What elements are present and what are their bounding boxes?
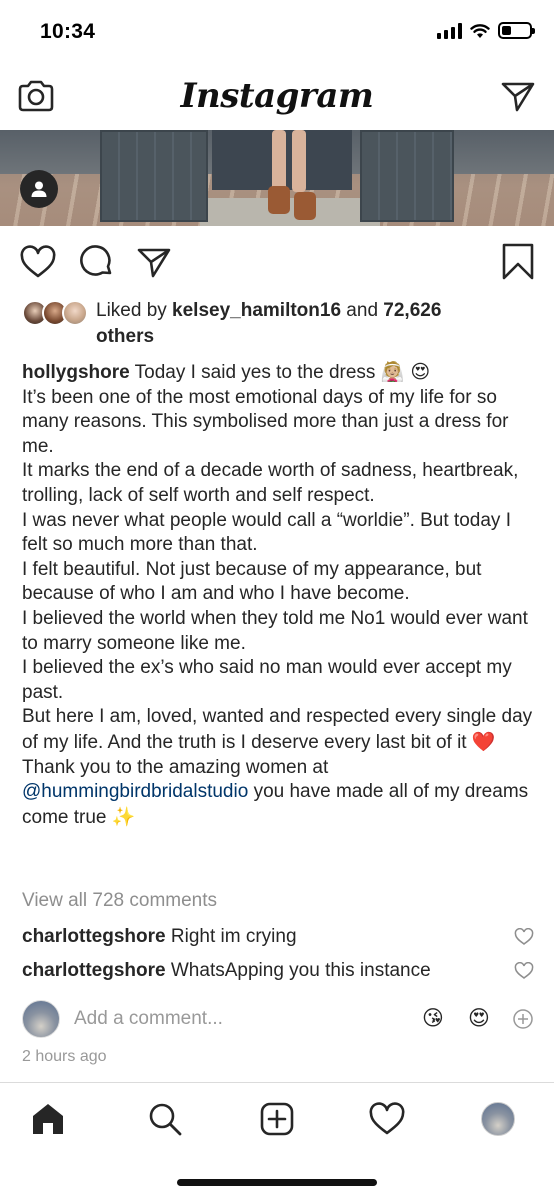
likes-others[interactable]: others (96, 326, 154, 347)
bookmark-icon (502, 243, 534, 280)
caption-emoji: 👰🏼 😍 (380, 361, 431, 383)
status-icons (437, 22, 535, 39)
red-heart-emoji: ❤️ (471, 730, 496, 753)
comment-username[interactable]: charlottegshore (22, 926, 166, 947)
direct-message-icon (501, 82, 535, 112)
caption-paragraph: I believed the ex’s who said no man woul… (22, 657, 512, 703)
home-icon (33, 1104, 63, 1134)
share-icon (137, 248, 171, 278)
sparkles-emoji: ✨ (111, 805, 136, 828)
tab-new-post[interactable] (253, 1097, 301, 1141)
caption-paragraph: I believed the world when they told me N… (22, 607, 528, 654)
avatar (62, 300, 88, 326)
post-actions (0, 236, 554, 288)
quick-emoji-heart-eyes[interactable]: 😍 (468, 1006, 490, 1030)
caption-username[interactable]: hollygshore (22, 362, 130, 383)
post-image[interactable] (0, 130, 554, 226)
wifi-icon (470, 23, 490, 38)
comment-username[interactable]: charlottegshore (22, 960, 166, 981)
search-icon (149, 1103, 182, 1136)
image-legs (262, 130, 322, 226)
save-button[interactable] (498, 242, 538, 282)
user-tag-icon (31, 181, 47, 197)
camera-button[interactable] (14, 74, 58, 118)
add-comment-row: 😘 😍 (22, 996, 534, 1042)
tab-search[interactable] (141, 1097, 189, 1141)
image-planter-right (360, 130, 454, 222)
tab-profile[interactable] (474, 1097, 522, 1141)
user-tags-button[interactable] (20, 170, 58, 208)
caption-paragraph-heart: But here I am, loved, wanted and respect… (22, 705, 534, 755)
likes-and: and (341, 300, 384, 321)
likes-count[interactable]: 72,626 (383, 300, 441, 321)
likes-text: Liked by kelsey_hamilton16 and 72,626 oth… (90, 298, 441, 350)
status-bar: 10:34 (0, 0, 554, 62)
caption-paragraph: I felt beautiful. Not just because of my… (22, 558, 482, 605)
likes-summary[interactable]: Liked by kelsey_hamilton16 and 72,626 oth… (22, 298, 522, 350)
comment-text: WhatsApping you this instance (165, 960, 431, 981)
view-all-comments-link[interactable]: View all 728 comments (22, 890, 217, 912)
comment-text: Right im crying (165, 926, 297, 947)
quick-emoji-kiss[interactable]: 😘 (422, 1006, 444, 1030)
profile-avatar (481, 1102, 515, 1136)
activity-heart-icon (369, 1102, 405, 1135)
post-timestamp: 2 hours ago (22, 1048, 107, 1065)
app-logo[interactable]: Instagram (181, 76, 374, 116)
status-time: 10:34 (40, 20, 96, 43)
comment-row: charlottegshore WhatsApping you this ins… (22, 960, 534, 988)
caption-paragraph: I was never what people would call a “wo… (22, 509, 511, 556)
direct-message-button[interactable] (496, 74, 540, 118)
heart-icon (20, 245, 56, 278)
caption-text: But here I am, loved, wanted and respect… (22, 706, 533, 753)
comment-button[interactable] (76, 242, 116, 282)
comment-icon (80, 245, 112, 276)
more-emoji-icon[interactable] (512, 1008, 534, 1030)
caption-paragraph: It’s been one of the most emotional days… (22, 386, 509, 457)
caption-text: Today I said yes to the dress (129, 362, 381, 383)
tab-home[interactable] (24, 1097, 72, 1141)
liker-username[interactable]: kelsey_hamilton16 (172, 300, 341, 321)
comment-like-icon[interactable] (514, 962, 534, 980)
battery-icon (498, 22, 535, 39)
home-indicator (177, 1179, 377, 1186)
add-comment-input[interactable] (74, 1008, 394, 1030)
liker-avatars (22, 298, 90, 328)
cellular-signal-icon (437, 22, 462, 39)
comment-row: charlottegshore Right im crying (22, 926, 534, 954)
avatar (22, 1000, 60, 1038)
caption-paragraph: It marks the end of a decade worth of sa… (22, 460, 519, 506)
like-button[interactable] (18, 242, 58, 282)
post-caption: hollygshore Today I said yes to the dres… (22, 360, 534, 830)
new-post-icon (260, 1102, 294, 1136)
image-planter-left (100, 130, 208, 222)
share-button[interactable] (134, 242, 174, 282)
tab-activity[interactable] (363, 1097, 411, 1141)
caption-mention-link[interactable]: @hummingbirdbridalstudio (22, 781, 248, 802)
comment-like-icon[interactable] (514, 928, 534, 946)
caption-thanks: Thank you to the amazing women at @hummin… (22, 756, 534, 831)
caption-first-line: hollygshore Today I said yes to the dres… (22, 360, 534, 386)
battery-level (502, 26, 512, 35)
camera-icon (18, 80, 54, 112)
likes-prefix: Liked by (96, 300, 173, 321)
caption-text: Thank you to the amazing women at (22, 756, 329, 778)
app-header: Instagram (0, 62, 554, 130)
